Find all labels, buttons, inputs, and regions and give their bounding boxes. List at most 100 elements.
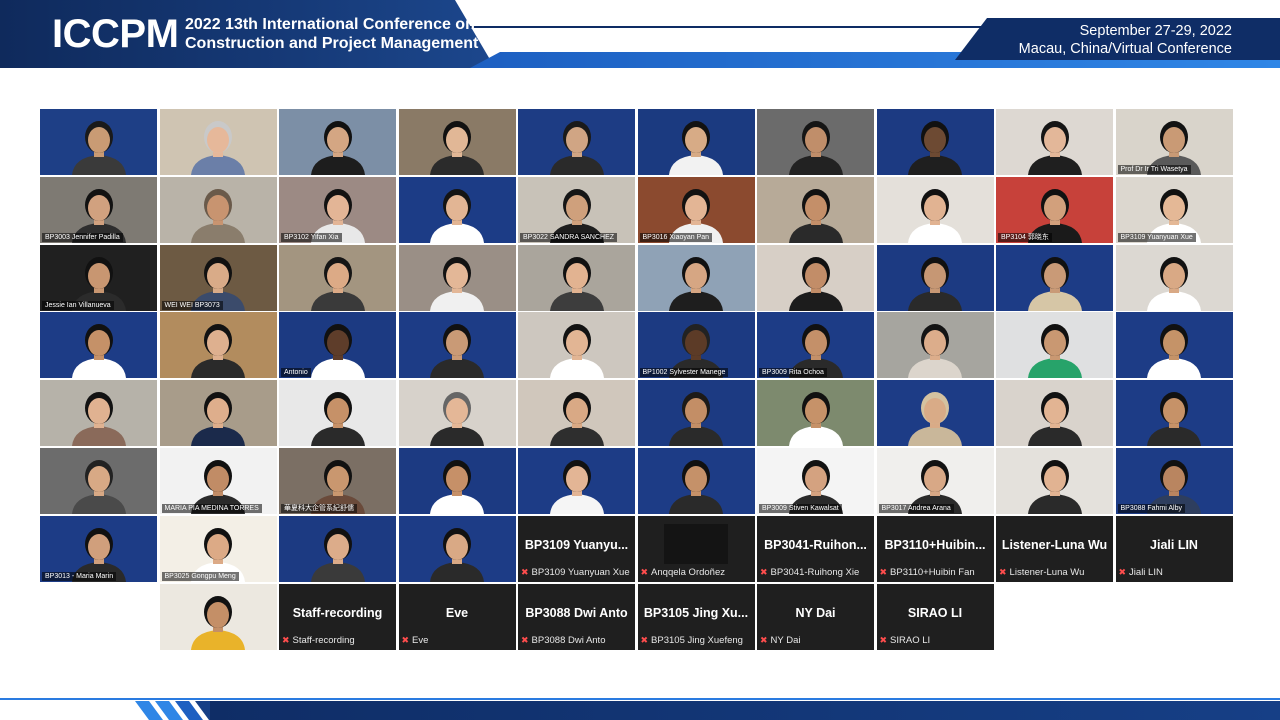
participant-video-tile[interactable] [518, 109, 635, 175]
participant-video-tile[interactable]: WEI WEI BP3073 [159, 244, 277, 311]
participant-silhouette [430, 256, 484, 311]
participant-video-tile[interactable] [279, 109, 396, 175]
participant-display-name: Listener-Luna Wu [1001, 537, 1108, 552]
participant-video-tile[interactable] [996, 448, 1113, 514]
participant-video-tile[interactable] [1115, 380, 1233, 447]
participant-silhouette [908, 188, 962, 243]
participant-video-tile[interactable] [398, 244, 516, 311]
participant-silhouette [669, 256, 723, 311]
participant-video-tile[interactable]: 華夏科大企管系紀舒儒 [279, 448, 396, 514]
muted-mic-icon: ✖ [521, 634, 529, 645]
participant-silhouette [71, 121, 126, 175]
participant-video-tile[interactable] [159, 176, 277, 243]
participant-silhouette [1147, 392, 1201, 447]
participant-name-tile[interactable]: ✖ Anqqela Ordoñez [637, 515, 755, 582]
participant-video-tile[interactable]: BP3017 Andrea Arana [876, 448, 994, 514]
participant-name-tile[interactable]: BP3041-Ruihon... ✖ BP3041-Ruihong Xie [757, 515, 874, 582]
participant-video-tile[interactable]: BP3013 - Maria Marin [40, 515, 157, 582]
participant-video-tile[interactable] [637, 448, 755, 514]
participant-name-text: BP3105 Jing Xuefeng [651, 634, 743, 646]
participant-video-tile[interactable] [996, 109, 1113, 175]
participant-video-tile[interactable]: Jessie Ian Villanueva [40, 244, 157, 311]
participant-video-tile[interactable]: BP1002 Sylvester Manege [637, 312, 755, 379]
participant-video-tile[interactable] [637, 109, 755, 175]
participant-video-tile[interactable]: BP3009 Rita Ochoa [757, 312, 874, 379]
participant-name-tile[interactable]: BP3088 Dwi Anto ✖ BP3088 Dwi Anto [518, 583, 635, 650]
participant-video-tile[interactable] [40, 448, 157, 514]
participant-video-tile[interactable] [40, 312, 157, 379]
participant-video-tile[interactable] [996, 380, 1113, 447]
participant-video-tile[interactable] [996, 312, 1113, 379]
participant-video-tile[interactable] [518, 380, 635, 447]
participant-video-tile[interactable] [398, 448, 516, 514]
participant-video-tile[interactable] [279, 515, 396, 582]
participant-video-tile[interactable] [876, 312, 994, 379]
participant-video-tile[interactable] [159, 312, 277, 379]
participant-video-tile[interactable] [876, 380, 994, 447]
participant-video-tile[interactable] [40, 109, 157, 175]
participant-video-tile[interactable] [159, 380, 277, 447]
participant-name-tile[interactable]: Eve ✖ Eve [398, 583, 516, 650]
participant-video-tile[interactable] [1115, 244, 1233, 311]
participant-name-label: ✖ Eve [402, 634, 513, 647]
participant-name-tile[interactable]: BP3110+Huibin... ✖ BP3110+Huibin Fan [876, 515, 994, 582]
participant-video-tile[interactable] [40, 380, 157, 447]
participant-video-tile[interactable] [757, 176, 874, 243]
participant-name-tile[interactable]: SIRAO LI ✖ SIRAO LI [876, 583, 994, 650]
participant-name-label: ✖ NY Dai [760, 634, 871, 647]
participant-name-tile[interactable]: Listener-Luna Wu ✖ Listener-Luna Wu [996, 515, 1113, 582]
participant-name-tile[interactable]: NY Dai ✖ NY Dai [757, 583, 874, 650]
participant-video-tile[interactable] [398, 109, 516, 175]
participant-video-tile[interactable] [398, 515, 516, 582]
participant-video-tile[interactable] [518, 448, 635, 514]
participant-silhouette [310, 392, 365, 447]
participant-video-tile[interactable] [876, 109, 994, 175]
participant-video-tile[interactable] [518, 244, 635, 311]
participant-video-tile[interactable] [757, 244, 874, 311]
participant-silhouette [908, 121, 962, 175]
participant-silhouette [549, 256, 604, 311]
participant-video-tile[interactable]: BP3009 Stiven Kawalsat [757, 448, 874, 514]
participant-name-tile[interactable]: Staff-recording ✖ Staff-recording [279, 583, 396, 650]
participant-video-tile[interactable]: BP3016 Xiaoyan Pan [637, 176, 755, 243]
participant-video-tile[interactable] [996, 244, 1113, 311]
participant-video-tile[interactable] [876, 176, 994, 243]
participant-name-tile[interactable]: Jiali LIN ✖ Jiali LIN [1115, 515, 1233, 582]
participant-video-tile[interactable] [876, 244, 994, 311]
participant-name-tile[interactable]: BP3105 Jing Xu... ✖ BP3105 Jing Xuefeng [637, 583, 755, 650]
participant-video-tile[interactable] [757, 380, 874, 447]
muted-mic-icon: ✖ [640, 634, 649, 645]
participant-silhouette [1027, 256, 1082, 311]
participant-silhouette [71, 460, 126, 514]
participant-silhouette [669, 392, 723, 447]
conference-screen: ICCPM 2022 13th International Conference… [0, 0, 1280, 720]
participant-name-text: SIRAO LI [890, 634, 931, 646]
participant-video-tile[interactable] [398, 176, 516, 243]
participant-video-tile[interactable] [279, 380, 396, 447]
participant-name-tile[interactable]: BP3109 Yuanyu... ✖ BP3109 Yuanyuan Xue [518, 515, 635, 582]
participant-name-label: BP3009 Stiven Kawalsat [759, 504, 842, 513]
participant-video-tile[interactable] [279, 244, 396, 311]
participant-video-tile[interactable] [398, 312, 516, 379]
participant-name-label: ✖ Anqqela Ordoñez [641, 566, 752, 579]
participant-video-tile[interactable]: MARIA PIA MEDINA TORRES [159, 448, 277, 514]
participant-video-tile[interactable]: BP3109 Yuanyuan Xue [1115, 176, 1233, 243]
conference-location: Macau, China/Virtual Conference [1018, 41, 1232, 57]
participant-video-tile[interactable]: Prof Dr Ir Tri Wasetya [1115, 109, 1233, 175]
muted-mic-icon: ✖ [760, 634, 768, 645]
participant-video-tile[interactable] [637, 380, 755, 447]
participant-video-tile[interactable]: BP3025 Gongpu Meng [159, 515, 277, 582]
participant-video-tile[interactable] [518, 312, 635, 379]
participant-video-tile[interactable] [1115, 312, 1233, 379]
participant-video-tile[interactable] [159, 109, 277, 175]
participant-video-tile[interactable] [637, 244, 755, 311]
participant-video-tile[interactable] [398, 380, 516, 447]
participant-video-tile[interactable]: BP3088 Fahmi Alby [1115, 448, 1233, 514]
participant-video-tile[interactable] [159, 583, 277, 650]
participant-video-tile[interactable]: BP3003 Jennifer Padilla [40, 176, 157, 243]
participant-video-tile[interactable]: BP3022 SANDRA SANCHEZ [518, 176, 635, 243]
participant-video-tile[interactable] [757, 109, 874, 175]
participant-video-tile[interactable]: Antonio [279, 312, 396, 379]
participant-video-tile[interactable]: BP3102 Yifan Xia [279, 176, 396, 243]
participant-video-tile[interactable]: BP3104 郭晓东 [996, 176, 1113, 243]
